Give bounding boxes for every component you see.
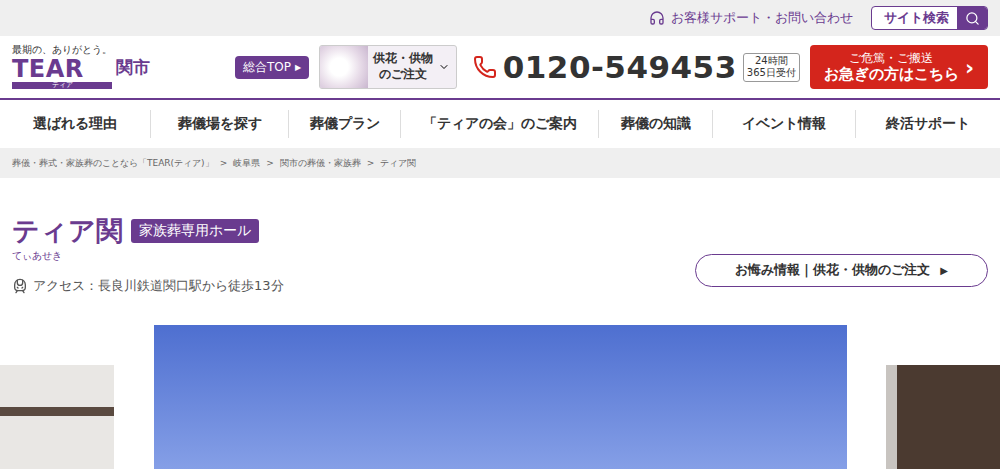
hours-badge: 24時間365日受付	[743, 53, 800, 82]
carousel-slide[interactable]	[886, 365, 1000, 469]
breadcrumb-item[interactable]: 岐阜県	[233, 157, 260, 170]
header: 最期の、ありがとう。 TEARティア関市 総合TOP▶ 供花・供物のご注文 0120-5…	[0, 36, 1000, 100]
top-link[interactable]: 総合TOP▶	[235, 56, 309, 79]
nav-item[interactable]: 「ティアの会」のご案内	[400, 110, 598, 138]
nav-item[interactable]: 葬儀プラン	[288, 110, 400, 138]
page: お客様サポート・お問い合わせサイト検索最期の、ありがとう。 TEARティア関市 総合…	[0, 0, 1000, 469]
nav-item[interactable]: 葬儀場を探す	[150, 110, 288, 138]
phone-icon	[473, 55, 497, 79]
search-icon	[965, 11, 980, 26]
breadcrumb-item[interactable]: ティア関	[380, 157, 416, 170]
phone[interactable]: 0120-54945324時間365日受付	[473, 49, 800, 85]
carousel-slide[interactable]	[154, 325, 847, 469]
hall-reading: てぃあせき	[12, 249, 284, 263]
city-name: 関市	[116, 56, 150, 79]
breadcrumb-item[interactable]: 関市の葬儀・家族葬	[280, 157, 361, 170]
phone-number: 0120-549453	[503, 49, 737, 85]
emergency-button[interactable]: ご危篤・ご搬送お急ぎの方はこちら›	[810, 45, 988, 89]
main-nav: 選ばれる理由葬儀場を探す葬儀プラン「ティアの会」のご案内葬儀の知識イベント情報終…	[0, 100, 1000, 148]
condolence-button[interactable]: お悔み情報｜供花・供物のご注文▶	[695, 254, 988, 287]
logo-sub: ティア	[12, 82, 112, 89]
nav-item[interactable]: イベント情報	[712, 110, 855, 138]
breadcrumb-item[interactable]: 葬儀・葬式・家族葬のことなら「TEAR(ティア)」	[12, 157, 214, 170]
breadcrumb: 葬儀・葬式・家族葬のことなら「TEAR(ティア)」>岐阜県>関市の葬儀・家族葬>…	[0, 148, 1000, 178]
flower-order-button[interactable]: 供花・供物のご注文	[319, 45, 457, 89]
nav-item[interactable]: 選ばれる理由	[0, 110, 150, 138]
tagline: 最期の、ありがとう。	[12, 45, 112, 55]
logo-word: TEAR	[12, 57, 112, 81]
hall-info: ティア関家族葬専用ホールてぃあせきアクセス：長良川鉄道関口駅から徒歩13分 お悔み…	[0, 178, 1000, 295]
carousel-slide[interactable]	[0, 365, 114, 469]
nav-item[interactable]: 終活サポート	[855, 110, 1000, 138]
hall-badge: 家族葬専用ホール	[131, 219, 259, 243]
hall-name: ティア関	[12, 216, 123, 246]
support-link[interactable]: お客様サポート・お問い合わせ	[649, 9, 853, 27]
nav-item[interactable]: 葬儀の知識	[598, 110, 712, 138]
access: アクセス：長良川鉄道関口駅から徒歩13分	[12, 277, 284, 295]
headset-icon	[649, 10, 665, 26]
search-icon-box	[957, 6, 987, 30]
flower-image	[320, 46, 368, 88]
chevron-down-icon	[438, 61, 450, 73]
train-icon	[12, 278, 28, 294]
logo[interactable]: 最期の、ありがとう。 TEARティア関市	[12, 45, 225, 89]
carousel	[0, 325, 1000, 469]
site-search-button[interactable]: サイト検索	[871, 6, 988, 30]
top-bar: お客様サポート・お問い合わせサイト検索	[0, 0, 1000, 36]
